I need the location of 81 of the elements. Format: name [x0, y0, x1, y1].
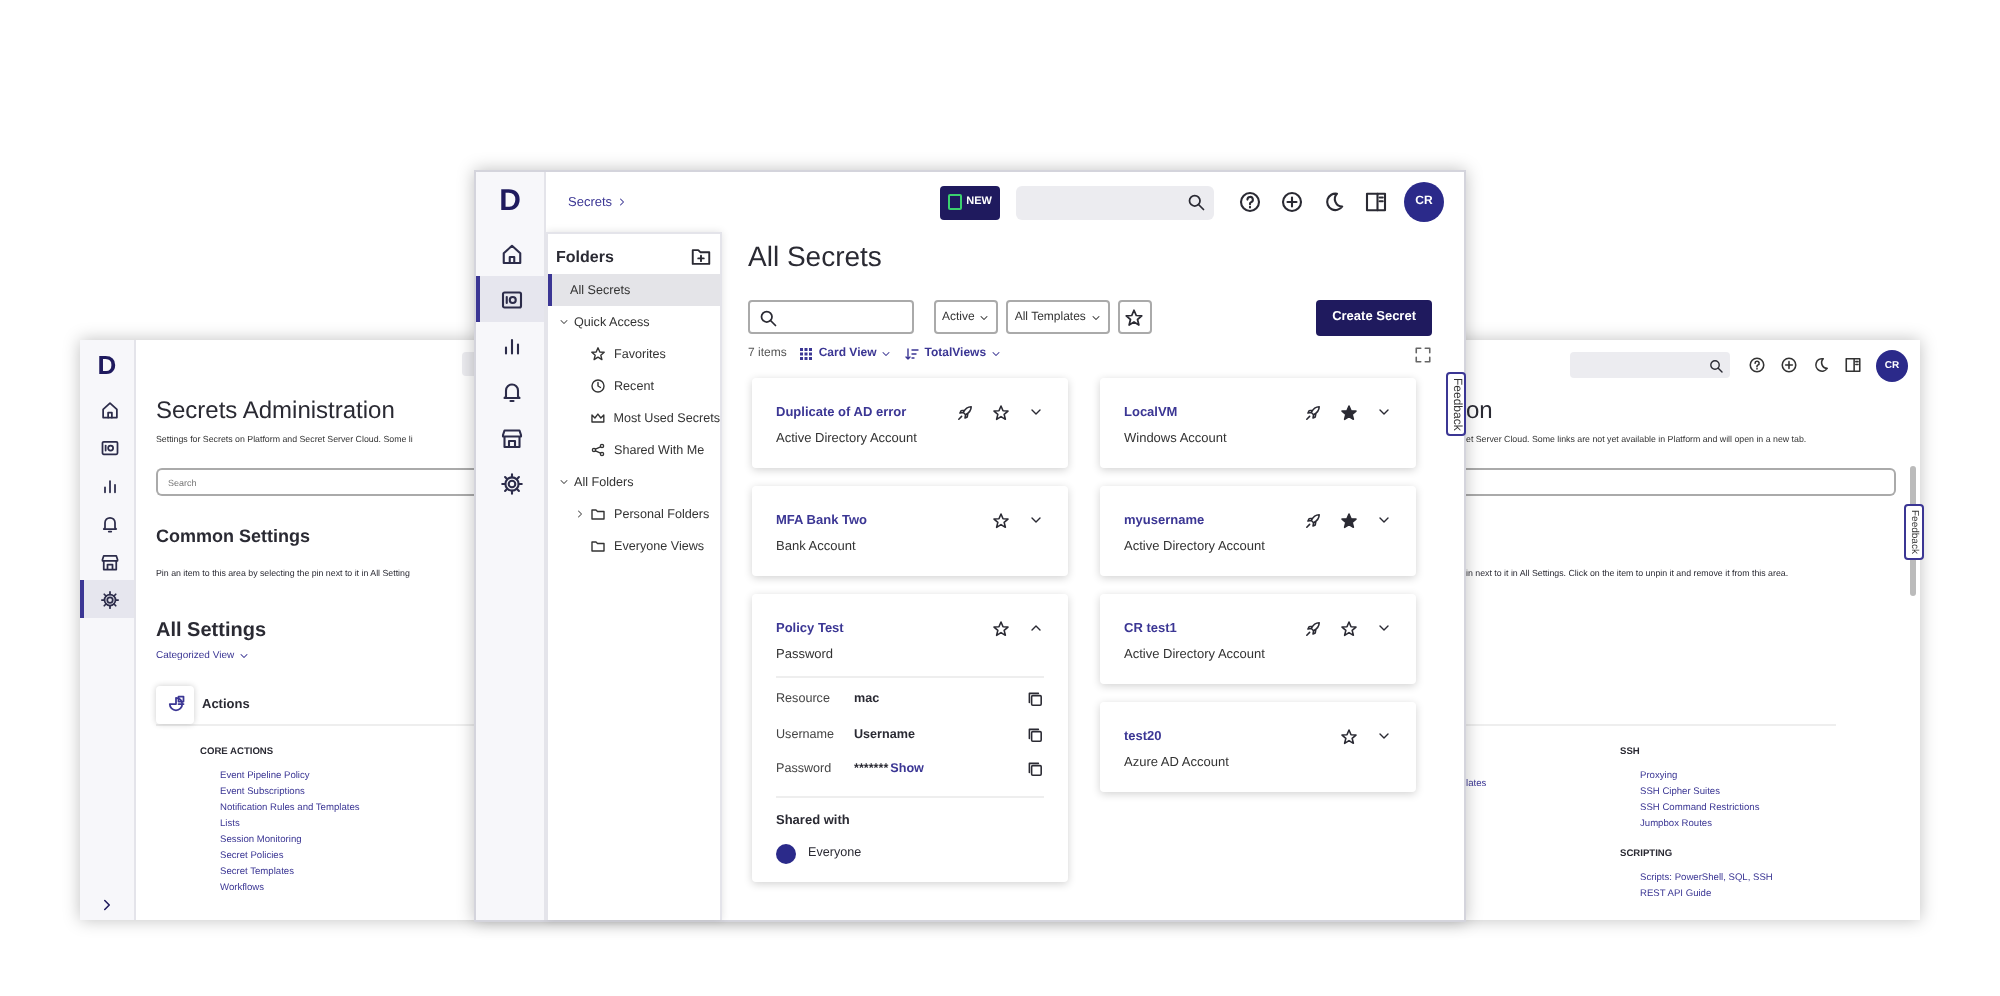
- copy-icon[interactable]: [1026, 725, 1044, 744]
- chevron-down-icon: [238, 650, 251, 662]
- nav-item[interactable]: [476, 276, 544, 322]
- logo[interactable]: D: [97, 352, 117, 380]
- rocket-icon[interactable]: [1304, 511, 1322, 529]
- crown-icon: [589, 410, 606, 426]
- section-heading: Common Settings: [156, 524, 313, 548]
- chevron-down-icon: [978, 311, 991, 323]
- chevron-down-icon[interactable]: [1028, 512, 1044, 528]
- star-icon[interactable]: [992, 403, 1010, 421]
- page-title: All Secrets: [748, 238, 884, 276]
- chevron-down-icon: [990, 348, 1003, 360]
- page-title: on: [1466, 394, 1495, 428]
- copy-icon[interactable]: [1026, 760, 1044, 779]
- bell-icon: [500, 379, 524, 403]
- search-field[interactable]: [1570, 352, 1730, 378]
- panel-icon[interactable]: [1364, 190, 1388, 214]
- chart-icon: [165, 694, 185, 714]
- chevron-right-icon[interactable]: [98, 896, 116, 914]
- page-title: Secrets Administration: [156, 394, 397, 428]
- chevron-right-icon: [616, 196, 629, 208]
- clock-icon: [590, 378, 606, 394]
- chevron-down-icon[interactable]: [1376, 728, 1392, 744]
- rocket-icon[interactable]: [1304, 619, 1322, 637]
- add-icon[interactable]: [1280, 190, 1304, 214]
- add-icon[interactable]: [1780, 356, 1798, 374]
- fullscreen-icon[interactable]: [1414, 345, 1432, 363]
- moon-icon[interactable]: [1322, 190, 1346, 214]
- vault-icon: [99, 437, 119, 457]
- search-icon: [758, 307, 778, 327]
- help-icon[interactable]: [1748, 356, 1766, 374]
- search-field[interactable]: [1466, 468, 1896, 496]
- folder-plus-icon[interactable]: [690, 246, 712, 268]
- grid-icon: [798, 346, 815, 362]
- star-icon[interactable]: [1340, 727, 1358, 745]
- favorites-filter-button[interactable]: [1117, 300, 1152, 334]
- panel-title: Folders: [556, 248, 614, 266]
- storefront-icon: [500, 425, 524, 449]
- rocket-icon[interactable]: [956, 403, 974, 421]
- star-icon[interactable]: [992, 511, 1010, 529]
- chevron-right-icon: [574, 508, 586, 520]
- chevron-down-icon[interactable]: [1376, 404, 1392, 420]
- star-filled-icon[interactable]: [1340, 511, 1358, 529]
- search-field[interactable]: [748, 300, 914, 334]
- rocket-icon[interactable]: [1304, 403, 1322, 421]
- chevron-down-icon: [558, 476, 570, 488]
- panel-icon[interactable]: [1844, 356, 1862, 374]
- copy-icon[interactable]: [1026, 690, 1044, 709]
- storefront-icon: [99, 551, 119, 571]
- chevron-down-icon: [558, 316, 570, 328]
- bar-chart-icon: [99, 475, 119, 495]
- chevron-down-icon[interactable]: [1028, 404, 1044, 420]
- moon-icon[interactable]: [1812, 356, 1830, 374]
- search-icon: [1708, 357, 1724, 373]
- vault-icon: [500, 287, 524, 311]
- section-heading: All Settings: [156, 618, 269, 646]
- star-filled-icon[interactable]: [1340, 403, 1358, 421]
- settings-icon: [500, 471, 524, 495]
- avatar: [776, 843, 796, 863]
- star-icon[interactable]: [992, 619, 1010, 637]
- chevron-up-icon[interactable]: [1028, 620, 1044, 636]
- help-icon[interactable]: [1238, 190, 1262, 214]
- star-icon: [1124, 307, 1145, 327]
- chevron-down-icon: [1089, 311, 1102, 323]
- nav-item[interactable]: [80, 580, 134, 618]
- chevron-down-icon: [880, 348, 893, 360]
- logo[interactable]: D: [499, 186, 521, 218]
- star-icon: [590, 346, 606, 362]
- sort-icon: [904, 346, 921, 362]
- settings-icon: [99, 589, 119, 609]
- share-icon: [590, 442, 606, 458]
- bell-icon: [99, 513, 119, 533]
- chevron-down-icon[interactable]: [1376, 620, 1392, 636]
- search-field[interactable]: [1016, 185, 1214, 219]
- bar-chart-icon: [500, 333, 524, 357]
- search-icon: [1186, 192, 1206, 212]
- home-icon: [99, 399, 119, 419]
- status-icon: [948, 194, 963, 210]
- star-icon[interactable]: [1340, 619, 1358, 637]
- chevron-down-icon[interactable]: [1376, 512, 1392, 528]
- home-icon: [500, 241, 524, 265]
